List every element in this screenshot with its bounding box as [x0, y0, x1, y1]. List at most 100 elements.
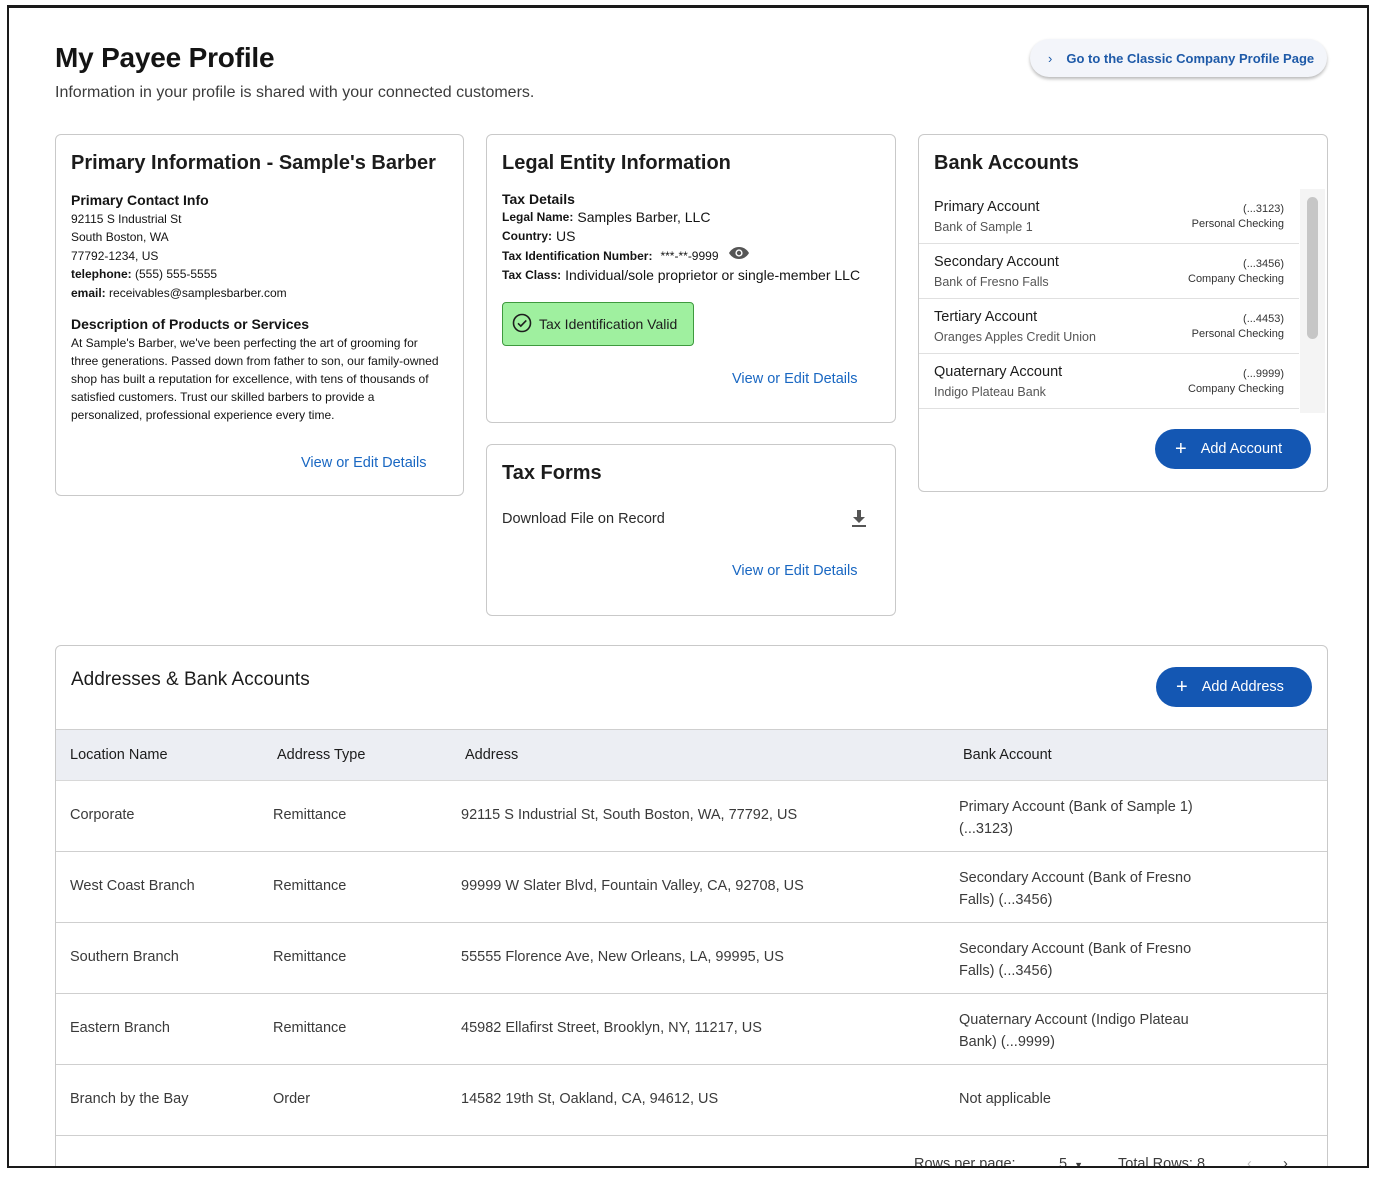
download-icon[interactable] — [850, 509, 868, 534]
classic-profile-label: Go to the Classic Company Profile Page — [1066, 50, 1315, 66]
bank-accounts-card: Bank Accounts Primary Account Bank of Sa… — [918, 134, 1328, 492]
cell-bank-account: Quaternary Account (Indigo Plateau Bank)… — [959, 1012, 1189, 1050]
table-row[interactable]: Corporate Remittance 92115 S Industrial … — [56, 781, 1327, 852]
tax-valid-label: Tax Identification Valid — [539, 316, 678, 332]
cell-address: 99999 W Slater Blvd, Fountain Valley, CA… — [461, 878, 804, 894]
cell-location: Corporate — [70, 807, 135, 823]
cell-address-type: Order — [273, 1091, 311, 1107]
primary-info-card: Primary Information - Sample's Barber Pr… — [55, 134, 464, 496]
cell-location: Branch by the Bay — [70, 1091, 189, 1107]
cell-location: Southern Branch — [70, 949, 179, 965]
bank-account-name: Primary Account — [934, 199, 1040, 215]
contact-email: email: receivables@samplesbarber.com — [71, 285, 287, 300]
account-type: Company Checking — [1188, 383, 1284, 395]
bank-account-item[interactable]: Secondary Account Bank of Fresno Falls (… — [919, 244, 1299, 299]
column-address[interactable]: Address — [465, 747, 518, 763]
column-location[interactable]: Location Name — [70, 747, 168, 763]
caret-down-icon: ▼ — [1074, 1160, 1084, 1168]
bank-list-scroll-thumb[interactable] — [1307, 197, 1318, 339]
cell-address: 14582 19th St, Oakland, CA, 94612, US — [461, 1091, 719, 1107]
account-number: (...3123) — [1243, 203, 1284, 215]
cell-address-type: Remittance — [273, 807, 347, 823]
account-type: Personal Checking — [1191, 328, 1284, 340]
bank-name: Oranges Apples Credit Union — [934, 330, 1096, 344]
tax-valid-badge: Tax Identification Valid — [502, 302, 694, 346]
add-address-label: Add Address — [1201, 679, 1284, 695]
add-account-button[interactable]: + Add Account — [1155, 429, 1311, 469]
table-row[interactable]: Eastern Branch Remittance 45982 Ellafirs… — [56, 994, 1327, 1065]
account-type: Personal Checking — [1191, 218, 1284, 230]
page-frame: My Payee Profile Information in your pro… — [7, 5, 1369, 1168]
bank-account-name: Secondary Account — [934, 254, 1059, 270]
previous-page-icon[interactable]: ‹ — [1247, 1156, 1252, 1166]
bank-account-item[interactable]: Quaternary Account Indigo Plateau Bank (… — [919, 354, 1299, 409]
legal-view-edit-link[interactable]: View or Edit Details — [732, 371, 857, 387]
account-number: (...3456) — [1243, 258, 1284, 270]
cell-address: 92115 S Industrial St, South Boston, WA,… — [461, 807, 798, 823]
legal-entity-title: Legal Entity Information — [502, 152, 731, 174]
cell-address-type: Remittance — [273, 1020, 347, 1036]
page-title: My Payee Profile — [55, 42, 275, 73]
total-rows: Total Rows: 8 — [1118, 1156, 1206, 1168]
table-row[interactable]: Branch by the Bay Order 14582 19th St, O… — [56, 1065, 1327, 1136]
tax-forms-view-edit-link[interactable]: View or Edit Details — [732, 563, 857, 579]
page-subtitle: Information in your profile is shared wi… — [55, 84, 535, 101]
contact-city: South Boston, WA — [71, 230, 169, 245]
cell-address: 45982 Ellafirst Street, Brooklyn, NY, 11… — [461, 1020, 762, 1036]
bank-account-name: Tertiary Account — [934, 309, 1038, 325]
bank-account-list: Primary Account Bank of Sample 1 (...312… — [919, 189, 1299, 411]
cell-location: Eastern Branch — [70, 1020, 170, 1036]
column-address-type[interactable]: Address Type — [277, 747, 365, 763]
tin-row: Tax Identification Number: ***-**-9999 — [502, 246, 860, 266]
table-row[interactable]: West Coast Branch Remittance 99999 W Sla… — [56, 852, 1327, 923]
description-heading: Description of Products or Services — [71, 316, 310, 333]
account-type: Company Checking — [1188, 273, 1284, 285]
cell-address-type: Remittance — [273, 949, 347, 965]
tax-forms-card: Tax Forms Download File on Record View o… — [486, 444, 896, 616]
next-page-icon[interactable]: › — [1283, 1156, 1288, 1166]
bank-accounts-title: Bank Accounts — [934, 152, 1079, 174]
cell-bank-account: Secondary Account (Bank of Fresno Falls)… — [959, 870, 1192, 908]
addresses-card: Addresses & Bank Accounts + Add Address … — [55, 645, 1328, 1168]
chevron-right-icon: › — [1048, 50, 1053, 66]
primary-info-title: Primary Information - Sample's Barber — [71, 152, 436, 174]
add-address-button[interactable]: + Add Address — [1156, 667, 1312, 707]
rows-per-page-label: Rows per page: — [914, 1156, 1016, 1168]
bank-account-name: Quaternary Account — [934, 364, 1063, 380]
add-account-label: Add Account — [1200, 441, 1283, 457]
download-label: Download File on Record — [502, 511, 665, 527]
primary-view-edit-link[interactable]: View or Edit Details — [301, 455, 426, 471]
contact-street: 92115 S Industrial St — [71, 212, 182, 226]
contact-telephone: telephone: (555) 555-5555 — [71, 267, 218, 282]
check-circle-icon — [512, 313, 532, 336]
tax-details-heading: Tax Details — [502, 191, 575, 207]
country-row: Country: US — [502, 228, 576, 244]
eye-icon[interactable] — [728, 246, 750, 266]
table-row[interactable]: Southern Branch Remittance 55555 Florenc… — [56, 923, 1327, 994]
column-bank-account[interactable]: Bank Account — [963, 747, 1052, 763]
classic-profile-button[interactable]: › Go to the Classic Company Profile Page — [1030, 39, 1327, 77]
plus-icon: + — [1176, 676, 1188, 698]
cell-address-type: Remittance — [273, 878, 347, 894]
bank-name: Bank of Fresno Falls — [934, 275, 1049, 289]
account-number: (...4453) — [1243, 313, 1284, 325]
contact-heading: Primary Contact Info — [71, 192, 209, 208]
bank-account-item[interactable]: Primary Account Bank of Sample 1 (...312… — [919, 189, 1299, 244]
cell-address: 55555 Florence Ave, New Orleans, LA, 999… — [461, 949, 784, 965]
cell-bank-account: Not applicable — [959, 1091, 1051, 1107]
rows-per-page-value: 5 — [1059, 1156, 1068, 1168]
legal-name-row: Legal Name: Samples Barber, LLC — [502, 209, 711, 225]
contact-zip: 77792-1234, US — [71, 248, 159, 263]
cell-bank-account: Secondary Account (Bank of Fresno Falls)… — [959, 941, 1192, 979]
cell-location: West Coast Branch — [70, 878, 195, 894]
cell-bank-account: Primary Account (Bank of Sample 1) (...3… — [959, 799, 1193, 837]
bank-name: Bank of Sample 1 — [934, 220, 1033, 234]
addresses-title: Addresses & Bank Accounts — [71, 669, 310, 690]
legal-entity-card: Legal Entity Information Tax Details Leg… — [486, 134, 896, 423]
account-number: (...9999) — [1243, 368, 1284, 380]
tax-forms-title: Tax Forms — [502, 462, 602, 484]
plus-icon: + — [1175, 438, 1187, 460]
bank-name: Indigo Plateau Bank — [934, 385, 1046, 399]
bank-account-item[interactable]: Tertiary Account Oranges Apples Credit U… — [919, 299, 1299, 354]
rows-per-page-select[interactable]: 5 ▼ — [1059, 1156, 1084, 1168]
